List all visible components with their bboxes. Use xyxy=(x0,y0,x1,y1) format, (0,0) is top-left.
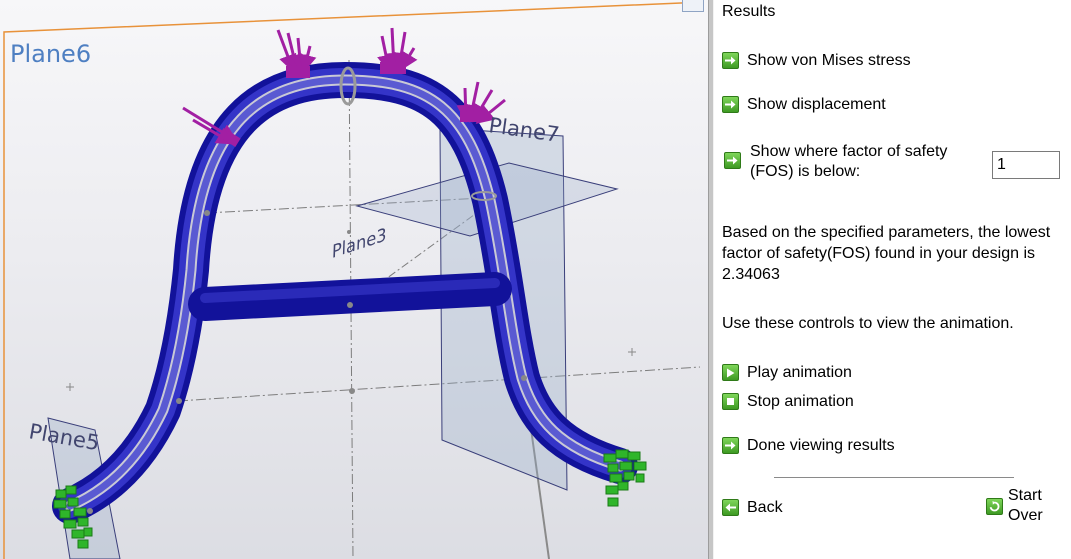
fos-label-line1: Show where factor of safety xyxy=(750,143,948,160)
stop-animation-button[interactable]: Stop animation xyxy=(722,392,854,411)
animation-hint: Use these controls to view the animation… xyxy=(722,315,1014,332)
start-over-label: Start Over xyxy=(1008,486,1043,526)
arrow-right-icon xyxy=(722,52,739,69)
arrow-right-icon xyxy=(722,96,739,113)
show-displacement-button[interactable]: Show displacement xyxy=(722,95,886,114)
done-viewing-label: Done viewing results xyxy=(747,437,895,454)
fos-threshold-input[interactable] xyxy=(992,151,1060,179)
back-button[interactable]: Back xyxy=(722,498,783,517)
show-displacement-label: Show displacement xyxy=(747,96,886,113)
done-viewing-button[interactable]: Done viewing results xyxy=(722,436,895,455)
model-drawing: Plane6 Plane7 Plane5 Plane3 xyxy=(3,1,705,559)
separator xyxy=(774,477,1014,478)
start-over-line1: Start xyxy=(1008,487,1042,504)
restart-icon xyxy=(986,498,1003,515)
results-panel: Results Show von Mises stress Show displ… xyxy=(714,0,1071,559)
panel-toggle-icon[interactable] xyxy=(682,0,704,12)
plane-top-label: Plane3 xyxy=(332,225,387,263)
model-viewport[interactable]: Plane6 Plane7 Plane5 Plane3 xyxy=(0,0,708,559)
arrow-right-icon xyxy=(722,437,739,454)
plane6-label: Plane6 xyxy=(10,40,91,68)
start-over-button[interactable]: Start Over xyxy=(986,486,1043,526)
show-stress-button[interactable]: Show von Mises stress xyxy=(722,51,911,70)
show-fos-button[interactable] xyxy=(724,152,741,169)
stop-animation-label: Stop animation xyxy=(747,393,854,410)
stop-icon xyxy=(722,393,739,410)
play-icon xyxy=(722,364,739,381)
back-label: Back xyxy=(747,499,783,516)
result-summary: Based on the specified parameters, the l… xyxy=(722,224,1051,283)
show-stress-label: Show von Mises stress xyxy=(747,52,911,69)
start-over-line2: Over xyxy=(1008,507,1043,524)
panel-title: Results xyxy=(722,3,776,20)
play-animation-button[interactable]: Play animation xyxy=(722,363,852,382)
play-animation-label: Play animation xyxy=(747,364,852,381)
fos-label-line2: (FOS) is below: xyxy=(750,163,861,180)
arrow-left-icon xyxy=(722,499,739,516)
fos-label: Show where factor of safety (FOS) is bel… xyxy=(750,142,947,182)
